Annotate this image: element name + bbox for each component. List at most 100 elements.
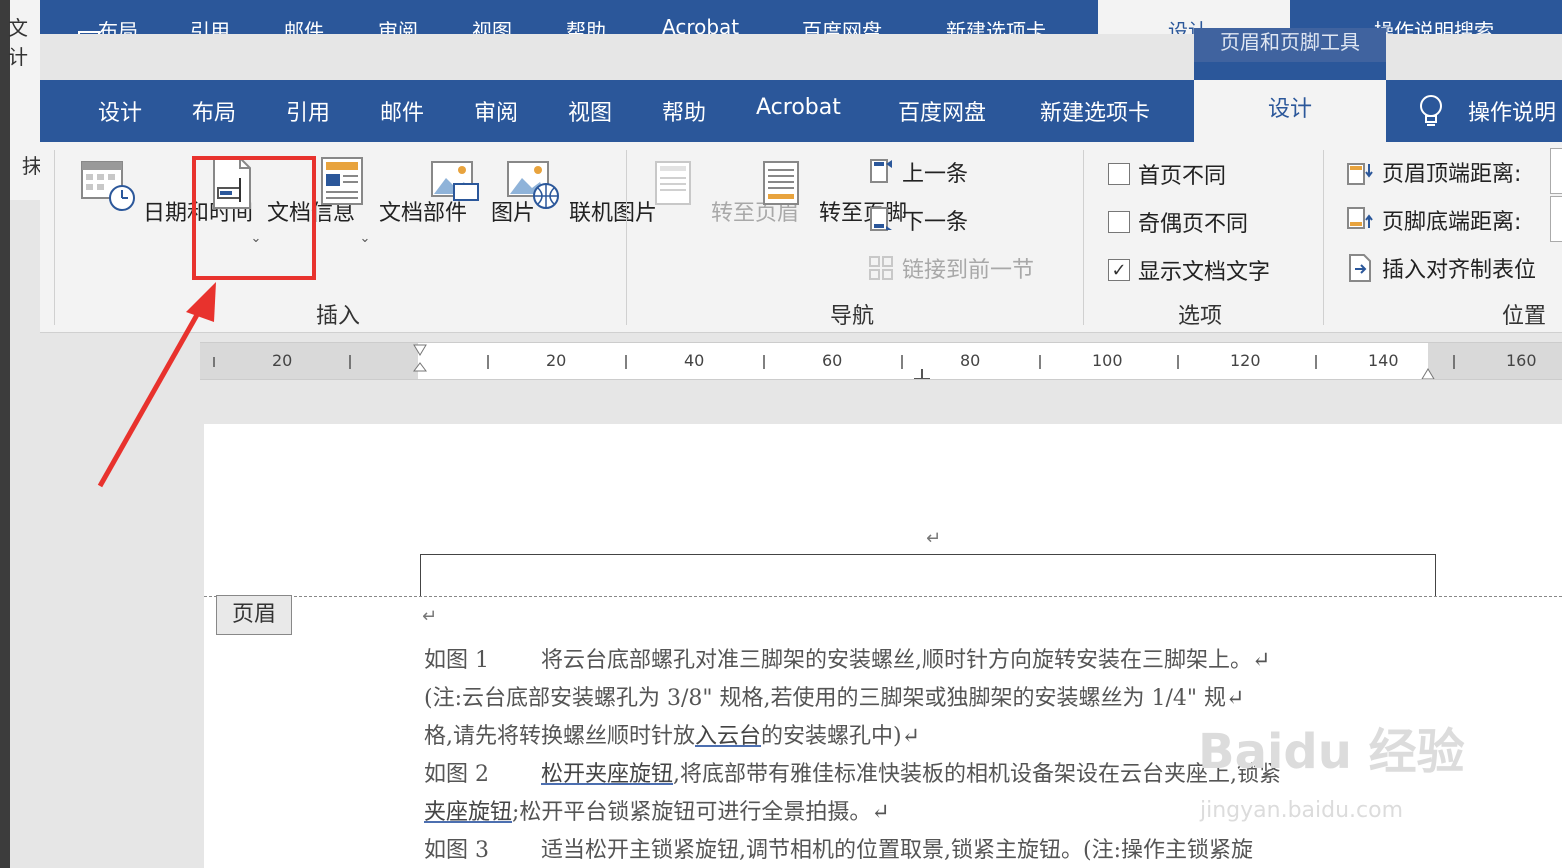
left-fragment-mid: 抹 bbox=[22, 154, 42, 178]
next-section-icon bbox=[870, 207, 892, 231]
underlined-term: 松开夹座旋钮 bbox=[541, 762, 674, 787]
ruler-label: 60 bbox=[822, 351, 843, 370]
quick-parts-button[interactable]: 文档部件 ⌄ bbox=[312, 152, 467, 246]
doc-line-6: 如图 3 适当松开主锁紧旋钮,调节相机的位置取景,锁紧主旋钮。(注:操作主锁紧旋 bbox=[424, 838, 1253, 863]
goto-header-icon bbox=[655, 161, 691, 205]
different-odd-even-checkbox[interactable]: 奇偶页不同 bbox=[1108, 206, 1248, 238]
tab-design[interactable]: 设计 bbox=[98, 95, 142, 127]
ghost-tab: 审阅 bbox=[378, 19, 418, 34]
ribbon-tab-bar: 设计 布局 引用 邮件 审阅 视图 帮助 Acrobat 百度网盘 新建选项卡 … bbox=[40, 80, 1562, 142]
tab-view[interactable]: 视图 bbox=[568, 95, 612, 127]
different-odd-even-label: 奇偶页不同 bbox=[1138, 212, 1249, 237]
group-label-options: 选项 bbox=[1178, 304, 1223, 329]
header-border bbox=[420, 554, 1436, 597]
left-window-edge bbox=[0, 0, 10, 868]
ruler-label: 120 bbox=[1230, 351, 1261, 370]
lightbulb-icon bbox=[1420, 95, 1442, 126]
tell-me-search[interactable]: 操作说明 bbox=[1468, 95, 1556, 127]
calendar-clock-icon bbox=[81, 161, 135, 211]
highlight-box bbox=[192, 156, 316, 280]
previous-section-icon bbox=[870, 159, 892, 183]
group-label-insert: 插入 bbox=[316, 304, 361, 329]
header-footer-tools-label: 页眉和页脚工具 bbox=[1194, 28, 1386, 62]
footer-position-icon bbox=[1347, 207, 1373, 229]
different-first-page-checkbox[interactable]: 首页不同 bbox=[1108, 158, 1226, 190]
previous-label: 上一条 bbox=[902, 162, 969, 187]
tab-review[interactable]: 审阅 bbox=[474, 95, 518, 127]
ruler-label: 20 bbox=[546, 351, 567, 370]
left-fragment-top: 文计 bbox=[8, 16, 28, 69]
ruler-label: 100 bbox=[1092, 351, 1123, 370]
left-toolbar-fragment: 文计 抹 bbox=[8, 0, 42, 200]
insert-alignment-tab-label: 插入对齐制表位 bbox=[1382, 258, 1537, 283]
underlined-term: 夹座旋钮 bbox=[424, 800, 513, 825]
goto-header-button[interactable]: 转至页眉 bbox=[644, 152, 799, 227]
date-time-button[interactable]: 日期和时间 bbox=[76, 152, 253, 227]
header-paragraph-mark: ↵ bbox=[926, 528, 942, 549]
alignment-tab-icon bbox=[1349, 254, 1371, 282]
checkmark-icon: ✓ bbox=[1108, 259, 1130, 281]
footer-bottom-distance: 页脚底端距离: bbox=[1346, 204, 1521, 236]
doc-line-4: 如图 2 松开夹座旋钮,将底部带有雅佳标准快装板的相机设备架设在云台夹座上,锁紧 bbox=[424, 762, 1282, 787]
header-separator-line bbox=[204, 596, 1562, 597]
ghost-tab: 邮件 bbox=[284, 19, 324, 34]
ghost-tab: 视图 bbox=[472, 19, 512, 34]
ghost-tab: 引用 bbox=[190, 19, 230, 34]
doc-line-1: 如图 1 将云台底部螺孔对准三脚架的安装螺丝,顺时针方向旋转安装在三脚架上。↵ bbox=[424, 648, 1271, 673]
show-document-text-checkbox[interactable]: ✓ 显示文档文字 bbox=[1108, 254, 1270, 286]
ghost-tab: Acrobat bbox=[662, 15, 740, 34]
header-top-input[interactable] bbox=[1550, 148, 1562, 194]
tab-baidu-netdisk[interactable]: 百度网盘 bbox=[898, 95, 986, 127]
tab-help[interactable]: 帮助 bbox=[662, 95, 706, 127]
ghost-tab: 帮助 bbox=[566, 19, 606, 34]
header-position-icon bbox=[1347, 163, 1373, 185]
footer-bottom-label: 页脚底端距离: bbox=[1382, 210, 1522, 235]
underlined-term: 入云台 bbox=[695, 724, 762, 749]
link-previous-icon bbox=[869, 256, 893, 280]
link-to-previous-label: 链接到前一节 bbox=[902, 258, 1035, 283]
quick-parts-icon bbox=[321, 157, 363, 205]
horizontal-ruler[interactable]: 20 20 40 60 80 100 120 140 160 bbox=[200, 342, 1562, 380]
picture-icon bbox=[431, 161, 479, 201]
doc-line-3: 格,请先将转换螺丝顺时针放入云台的安装螺孔中)↵ bbox=[424, 724, 921, 749]
tab-header-footer-design[interactable]: 设计 bbox=[1194, 80, 1386, 142]
ruler-label: 80 bbox=[960, 351, 981, 370]
footer-bottom-input[interactable] bbox=[1550, 196, 1562, 242]
tab-mailings[interactable]: 邮件 bbox=[380, 95, 424, 127]
group-label-position: 位置 bbox=[1502, 304, 1547, 329]
watermark-logo: Baidu 经验 bbox=[1198, 724, 1465, 780]
online-pictures-button[interactable]: 联机图片 bbox=[502, 152, 657, 227]
goto-footer-button[interactable]: 转至页脚 bbox=[752, 152, 907, 227]
different-first-page-label: 首页不同 bbox=[1138, 164, 1227, 189]
ruler-label: 40 bbox=[684, 351, 705, 370]
ghost-tab: 布局 bbox=[98, 19, 138, 34]
watermark-url: jingyan.baidu.com bbox=[1200, 798, 1404, 823]
picture-button[interactable]: 图片 bbox=[424, 152, 535, 227]
ruler-label: 160 bbox=[1506, 351, 1537, 370]
show-document-text-label: 显示文档文字 bbox=[1138, 260, 1271, 285]
insert-alignment-tab-button[interactable]: 插入对齐制表位 bbox=[1346, 252, 1536, 284]
goto-footer-icon bbox=[763, 161, 799, 205]
ruler-label: 20 bbox=[272, 351, 293, 370]
online-pictures-icon bbox=[507, 161, 559, 209]
header-region-tag: 页眉 bbox=[216, 595, 292, 635]
ruler-label: 140 bbox=[1368, 351, 1399, 370]
empty-paragraph-mark: ↵ bbox=[422, 606, 438, 627]
tab-acrobat[interactable]: Acrobat bbox=[756, 95, 841, 120]
chevron-down-icon: ⌄ bbox=[359, 231, 371, 246]
ruler-ticks bbox=[213, 344, 1455, 379]
tab-new-tab[interactable]: 新建选项卡 bbox=[1040, 95, 1150, 127]
tab-references[interactable]: 引用 bbox=[286, 95, 330, 127]
doc-line-2: (注:云台底部安装螺孔为 3/8" 规格,若使用的三脚架或独脚架的安装螺丝为 1… bbox=[424, 686, 1245, 711]
checkbox-unchecked-icon bbox=[1108, 163, 1130, 185]
doc-line-5: 夹座旋钮;松开平台锁紧旋钮可进行全景拍摄。↵ bbox=[424, 800, 890, 825]
link-to-previous-button[interactable]: 链接到前一节 bbox=[868, 252, 1034, 284]
tab-layout[interactable]: 布局 bbox=[192, 95, 236, 127]
previous-button[interactable]: 上一条 bbox=[868, 156, 968, 188]
ghost-tab: 新建选项卡 bbox=[946, 19, 1046, 34]
header-top-distance: 页眉顶端距离: bbox=[1346, 156, 1521, 188]
ghost-tell-me: 操作说明搜索 bbox=[1374, 19, 1494, 34]
header-top-label: 页眉顶端距离: bbox=[1382, 162, 1522, 187]
ghost-tab: 百度网盘 bbox=[802, 19, 882, 34]
next-button[interactable]: 下一条 bbox=[868, 204, 968, 236]
